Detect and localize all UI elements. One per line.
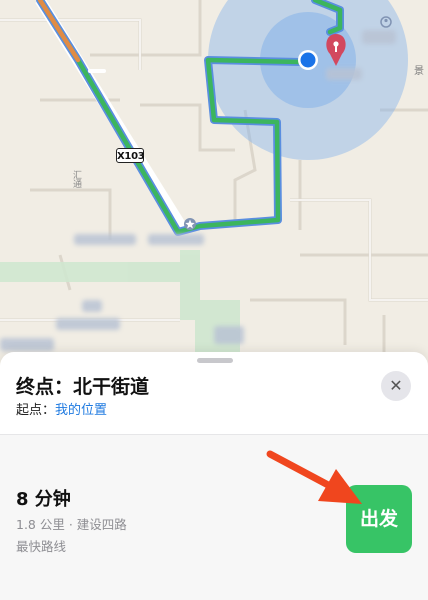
blurred-label <box>148 234 204 245</box>
destination-title: 终点：北干街道 <box>16 372 149 399</box>
route-option-card[interactable]: 8 分钟 1.8 公里 · 建设四路 最快路线 出发 <box>0 435 428 600</box>
poi-edge-label: 景 <box>414 66 424 77</box>
route-sheet: 终点：北干街道 起点：我的位置 ✕ 8 分钟 1.8 公里 · 建设四路 最快路… <box>0 352 428 600</box>
close-icon: ✕ <box>389 376 403 395</box>
go-button[interactable]: 出发 <box>346 485 412 553</box>
road-marker <box>88 69 106 73</box>
blurred-label <box>326 68 362 80</box>
road-label: 汇通 <box>71 170 81 188</box>
close-button[interactable]: ✕ <box>381 371 411 401</box>
blurred-label <box>56 318 120 330</box>
blurred-label <box>74 234 136 245</box>
blurred-label <box>214 326 244 344</box>
destination-prefix: 终点： <box>16 376 74 398</box>
origin-row: 起点：我的位置 <box>16 399 107 418</box>
route-duration: 8 分钟 <box>16 489 71 510</box>
blurred-label <box>362 30 396 44</box>
destination-name: 北干街道 <box>73 376 150 398</box>
origin-prefix: 起点： <box>16 403 56 418</box>
blurred-label <box>82 300 102 312</box>
star-icon <box>184 218 196 230</box>
blurred-label <box>0 338 54 351</box>
route-distance-via: 1.8 公里 · 建设四路 <box>16 517 127 532</box>
route-type: 最快路线 <box>16 539 67 554</box>
highway-shield: X103 <box>116 148 145 163</box>
origin-link[interactable]: 我的位置 <box>55 403 107 418</box>
sheet-grabber[interactable] <box>197 358 233 363</box>
